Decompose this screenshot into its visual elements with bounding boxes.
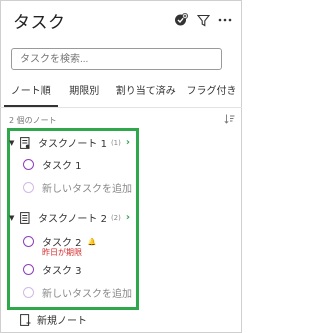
add-task-circle-icon [23, 287, 34, 298]
note-count-row: 2 個のノート [9, 112, 235, 128]
task-title: タスク 3 [42, 266, 82, 277]
tab-assigned[interactable]: 割り当て済み [109, 79, 182, 107]
tab-divider [0, 107, 242, 108]
header: タスク [13, 9, 234, 33]
new-note-button[interactable]: 新規ノート [20, 312, 87, 327]
task-item[interactable]: タスク 1 [23, 157, 82, 172]
search-input[interactable] [11, 48, 222, 70]
task-due-label: 昨日が期限 [42, 248, 82, 257]
task-item[interactable]: タスク 3 [23, 262, 82, 277]
page-title: タスク [13, 12, 66, 33]
more-icon[interactable] [216, 11, 234, 29]
collapse-caret-icon[interactable]: ▼ [9, 214, 19, 222]
new-note-icon [20, 313, 31, 326]
tab-note-order[interactable]: ノート順 [2, 79, 60, 107]
filter-icon[interactable] [194, 11, 212, 29]
tab-flagged[interactable]: フラグ付き [182, 79, 242, 107]
collapse-caret-icon[interactable]: ▼ [9, 139, 19, 147]
task-title: タスク 1 [42, 161, 82, 172]
tab-by-due-date[interactable]: 期限別 [60, 79, 110, 107]
reminder-bell-icon: 🔔 [87, 237, 97, 246]
note-task-count: (1) [110, 138, 121, 147]
sort-icon[interactable] [224, 114, 235, 126]
add-task-row[interactable]: 新しいタスクを追加 [23, 285, 132, 300]
add-task-row[interactable]: 新しいタスクを追加 [23, 180, 132, 195]
note-icon [19, 211, 31, 224]
add-task-circle-icon [23, 182, 34, 193]
tab-bar: ノート順 期限別 割り当て済み フラグ付き [0, 79, 242, 107]
note-header-2[interactable]: ▼ タスクノート 2 (2) › [9, 210, 130, 225]
note-count-label: 2 個のノート [9, 115, 57, 125]
note-title: タスクノート 2 [38, 214, 107, 225]
note-task-count: (2) [110, 213, 121, 222]
new-note-label: 新規ノート [37, 316, 87, 327]
task-checkbox[interactable] [23, 236, 34, 247]
note-header-1[interactable]: ▼ タスクノート 1 (1) › [9, 135, 130, 150]
chevron-right-icon[interactable]: › [126, 212, 130, 223]
chevron-right-icon[interactable]: › [126, 137, 130, 148]
add-task-label: 新しいタスクを追加 [42, 184, 132, 195]
note-title: タスクノート 1 [38, 139, 107, 150]
task-checkbox[interactable] [23, 264, 34, 275]
check-add-icon[interactable] [172, 11, 190, 29]
note-icon [19, 136, 31, 149]
task-checkbox[interactable] [23, 159, 34, 170]
add-task-label: 新しいタスクを追加 [42, 289, 132, 300]
